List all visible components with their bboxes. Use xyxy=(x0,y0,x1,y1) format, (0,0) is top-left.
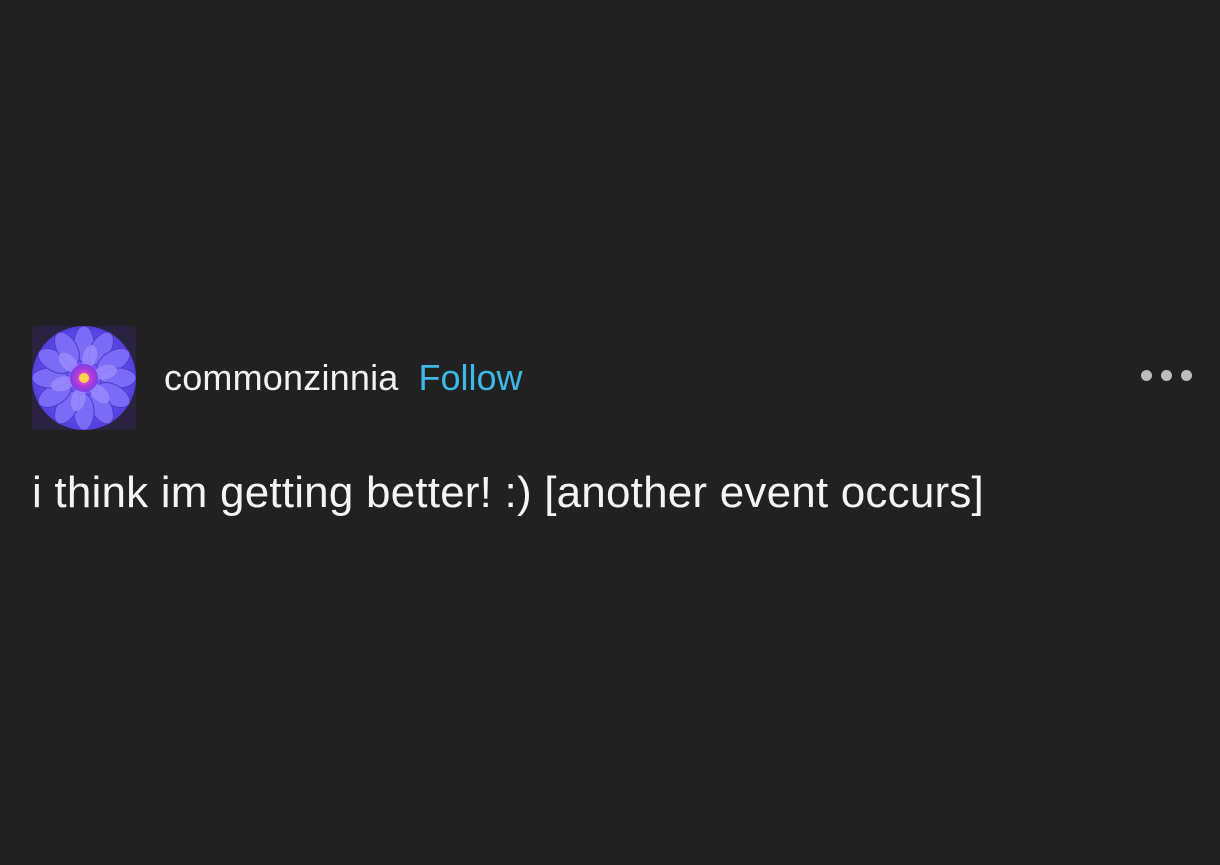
post-username[interactable]: commonzinnia xyxy=(164,357,399,399)
more-dot xyxy=(1181,370,1192,381)
avatar[interactable] xyxy=(32,326,136,430)
post-card: commonzinnia Follow i think im getting b… xyxy=(32,326,1202,518)
more-dot xyxy=(1161,370,1172,381)
post-text: i think im getting better! :) [another e… xyxy=(32,468,984,517)
follow-button[interactable]: Follow xyxy=(419,357,523,399)
more-options-icon[interactable] xyxy=(1141,370,1192,381)
dashboard-page: commonzinnia Follow i think im getting b… xyxy=(0,0,1220,865)
post-header: commonzinnia Follow xyxy=(32,326,1202,430)
more-dot xyxy=(1141,370,1152,381)
zinnia-flower-icon xyxy=(32,326,136,430)
